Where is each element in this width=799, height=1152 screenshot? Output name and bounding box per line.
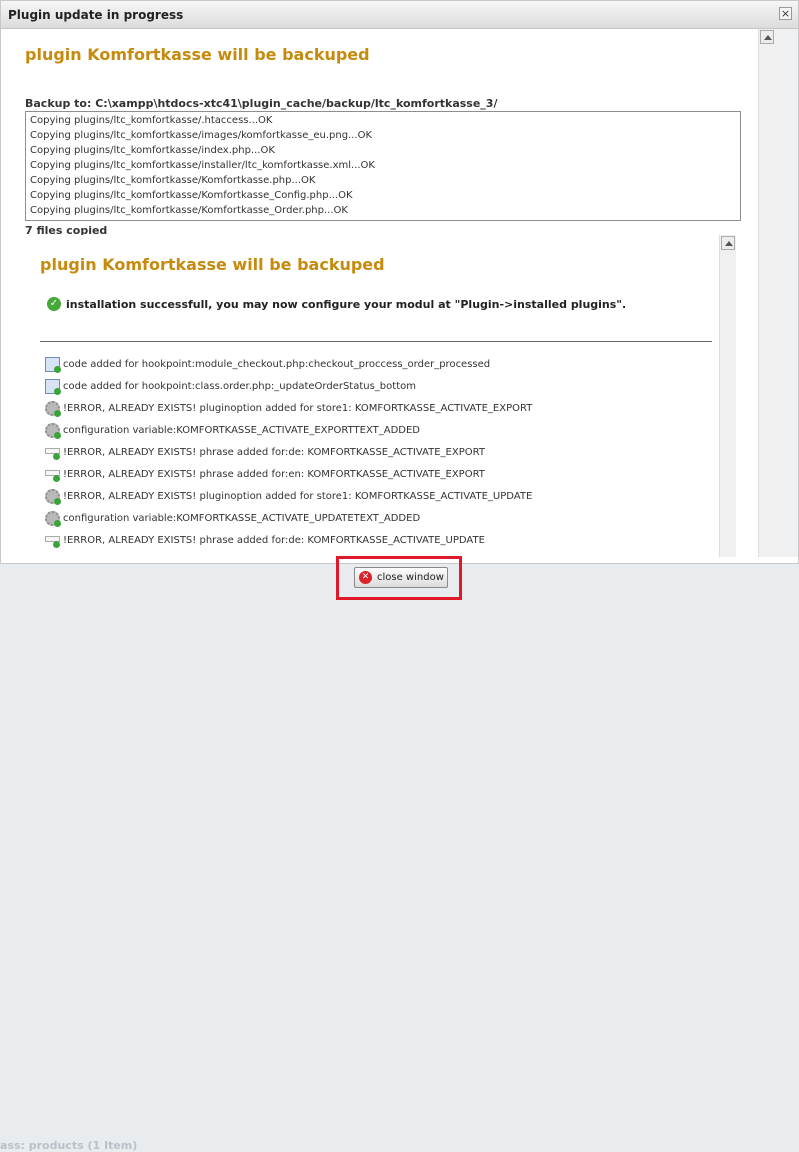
- list-item-text: code added for hookpoint:module_checkout…: [63, 359, 491, 370]
- background-status-text: ass: products (1 Item): [0, 1139, 138, 1152]
- close-window-label: close window: [377, 572, 444, 583]
- list-item: !ERROR, ALREADY EXISTS! pluginoption add…: [45, 400, 715, 418]
- inner-heading: plugin Komfortkasse will be backuped: [40, 255, 385, 274]
- divider: [40, 341, 712, 342]
- log-line: Copying plugins/ltc_komfortkasse/Komfort…: [30, 190, 353, 201]
- list-item-text: configuration variable:KOMFORTKASSE_ACTI…: [63, 513, 421, 524]
- scroll-up-icon[interactable]: [760, 30, 774, 44]
- check-circle-icon: ✓: [47, 297, 61, 311]
- list-item-text: !ERROR, ALREADY EXISTS! phrase added for…: [63, 535, 485, 546]
- log-line: Copying plugins/ltc_komfortkasse/Komfort…: [30, 205, 348, 216]
- list-item-text: !ERROR, ALREADY EXISTS! phrase added for…: [63, 447, 485, 458]
- backup-heading: plugin Komfortkasse will be backuped: [25, 45, 370, 64]
- list-item: !ERROR, ALREADY EXISTS! phrase added for…: [45, 466, 715, 484]
- log-line: Copying plugins/ltc_komfortkasse/images/…: [30, 130, 373, 141]
- close-circle-icon: ✕: [359, 571, 372, 584]
- phrase-add-icon: [45, 467, 60, 482]
- list-item-text: !ERROR, ALREADY EXISTS! pluginoption add…: [63, 491, 533, 502]
- list-item: configuration variable:KOMFORTKASSE_ACTI…: [45, 510, 715, 528]
- gear-add-icon: [45, 489, 61, 505]
- list-item-text: !ERROR, ALREADY EXISTS! pluginoption add…: [63, 403, 533, 414]
- log-line: Copying plugins/ltc_komfortkasse/Komfort…: [30, 175, 316, 186]
- list-item-text: configuration variable:KOMFORTKASSE_ACTI…: [63, 425, 421, 436]
- outer-content: plugin Komfortkasse will be backuped Bac…: [9, 29, 757, 557]
- gear-add-icon: [45, 423, 61, 439]
- phrase-add-icon: [45, 533, 60, 548]
- document-add-icon: [45, 357, 61, 373]
- list-item: configuration variable:KOMFORTKASSE_ACTI…: [45, 422, 715, 440]
- close-window-button[interactable]: ✕ close window: [354, 567, 448, 588]
- backup-path: Backup to: C:\xampp\htdocs-xtc41\plugin_…: [25, 97, 498, 110]
- log-line: Copying plugins/ltc_komfortkasse/.htacce…: [30, 115, 273, 126]
- phrase-add-icon: [45, 445, 60, 460]
- inner-content: plugin Komfortkasse will be backuped ✓ i…: [25, 235, 719, 557]
- log-line: Copying plugins/ltc_komfortkasse/install…: [30, 160, 375, 171]
- scroll-up-icon[interactable]: [721, 236, 735, 250]
- close-icon[interactable]: ×: [779, 7, 792, 20]
- list-item: !ERROR, ALREADY EXISTS! phrase added for…: [45, 532, 715, 550]
- success-text: installation successfull, you may now co…: [66, 298, 627, 311]
- dialog-titlebar[interactable]: Plugin update in progress ×: [1, 1, 798, 29]
- outer-scrollbar[interactable]: [758, 29, 775, 557]
- log-line: Copying plugins/ltc_komfortkasse/index.p…: [30, 145, 275, 156]
- dialog-title: Plugin update in progress: [8, 8, 184, 22]
- plugin-update-dialog: Plugin update in progress × plugin Komfo…: [0, 0, 799, 564]
- list-item: code added for hookpoint:class.order.php…: [45, 378, 715, 396]
- gear-add-icon: [45, 401, 61, 417]
- list-item: !ERROR, ALREADY EXISTS! pluginoption add…: [45, 488, 715, 506]
- list-item: code added for hookpoint:module_checkout…: [45, 356, 715, 374]
- inner-scrollbar[interactable]: [719, 235, 736, 557]
- document-add-icon: [45, 379, 61, 395]
- dialog-gutter: [774, 29, 798, 557]
- copy-log-box[interactable]: Copying plugins/ltc_komfortkasse/.htacce…: [25, 111, 741, 221]
- gear-add-icon: [45, 511, 61, 527]
- list-item-text: code added for hookpoint:class.order.php…: [63, 381, 416, 392]
- list-item-text: !ERROR, ALREADY EXISTS! phrase added for…: [63, 469, 485, 480]
- list-item: !ERROR, ALREADY EXISTS! phrase added for…: [45, 444, 715, 462]
